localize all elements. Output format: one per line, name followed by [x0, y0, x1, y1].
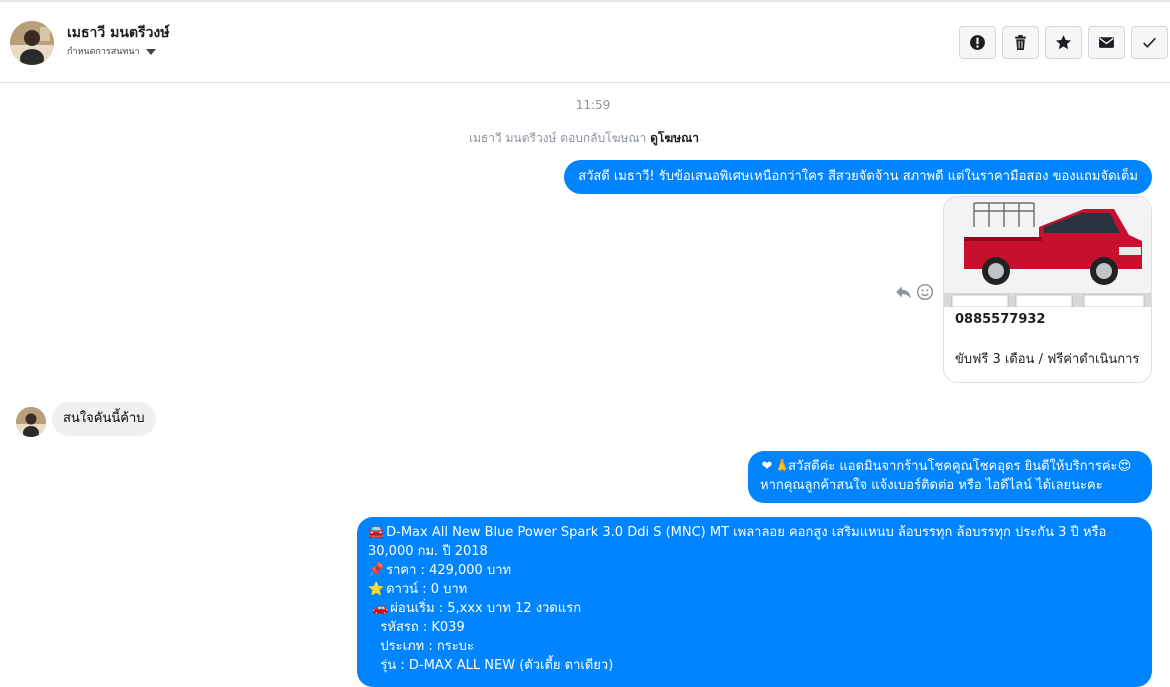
car-down-payment: ดาวน์ : 0 บาท — [386, 582, 468, 597]
card-description: ขับฟรี 3 เดือน / ฟรีค่าดำเนินการ — [955, 352, 1140, 367]
emoji-reaction-icon[interactable] — [916, 283, 934, 301]
contact-avatar[interactable] — [10, 21, 54, 65]
message-timestamp: 11:59 — [575, 98, 611, 112]
check-icon — [1143, 37, 1156, 48]
car-model: รุ่น : D-MAX ALL NEW (ตัวเตี้ย ตาเดียว) — [380, 658, 614, 673]
mark-unread-button[interactable] — [1088, 26, 1125, 59]
done-button[interactable] — [1131, 26, 1168, 59]
envelope-icon — [1099, 37, 1114, 48]
star-emoji-icon: ⭐ — [368, 582, 385, 597]
alert-icon — [970, 35, 985, 50]
trash-icon — [1015, 35, 1026, 50]
report-button[interactable] — [959, 26, 996, 59]
reply-icon[interactable] — [894, 283, 912, 301]
incoming-message[interactable]: สนใจคันนี้ค้าบ — [52, 402, 156, 436]
car-installment: ผ่อนเริ่ม : 5,xxx บาท 12 งวดแรก — [390, 601, 582, 616]
ad-reply-text: เมธาวี มนตรีวงษ์ ตอบกลับโฆษณา — [468, 131, 647, 145]
car-type: ประเภท : กระบะ — [380, 639, 474, 654]
delete-button[interactable] — [1002, 26, 1039, 59]
car-icon: 🚘 — [368, 525, 385, 540]
contact-avatar-small — [16, 407, 46, 437]
outgoing-message-car-details[interactable]: 🚘 D-Max All New Blue Power Spark 3.0 Ddi… — [357, 517, 1152, 687]
conversation-actions — [959, 26, 1168, 59]
car-title-line-2: 30,000 กม. ปี 2018 — [368, 544, 488, 559]
message-hover-actions — [894, 283, 934, 301]
conversation-settings-label: กำหนดการสนทนา — [67, 47, 140, 57]
heart-eyes-icon: 😍 — [1117, 459, 1132, 474]
car-photo — [944, 197, 1151, 307]
ad-card[interactable]: 0885577932 ขับฟรี 3 เดือน / ฟรีค่าดำเนิน… — [943, 196, 1152, 383]
card-phone: 0885577932 — [955, 312, 1046, 327]
conversation-settings-dropdown[interactable]: กำหนดการสนทนา — [67, 44, 156, 58]
car-code: รหัสรถ : K039 — [380, 620, 465, 635]
car-price: ราคา : 429,000 บาท — [386, 563, 512, 578]
star-icon — [1055, 35, 1072, 50]
outgoing-message-greeting[interactable]: ❤ 🙏สวัสดีค่ะ แอดมินจากร้านโชคคูณโชคอุดร ย… — [748, 451, 1152, 503]
heart-icon: ❤ — [761, 459, 773, 474]
contact-name[interactable]: เมธาวี มนตรีวงษ์ — [67, 22, 170, 44]
caret-down-icon — [145, 48, 156, 55]
pray-icon: 🙏 — [774, 459, 791, 474]
greeting-line-2: หากคุณลูกค้าสนใจ แจ้งเบอร์ติดต่อ หรือ ไอ… — [760, 478, 1103, 493]
greeting-line-1: สวัสดีค่ะ แอดมินจากร้านโชคคูณโชคอุดร ยิน… — [788, 459, 1118, 474]
view-ad-link[interactable]: ดูโฆษณา — [650, 131, 699, 145]
star-button[interactable] — [1045, 26, 1082, 59]
ad-reply-note: เมธาวี มนตรีวงษ์ ตอบกลับโฆษณา ดูโฆษณา — [0, 129, 1168, 148]
conversation-header: เมธาวี มนตรีวงษ์ กำหนดการสนทนา — [0, 2, 1170, 83]
outgoing-message[interactable]: สวัสดี เมธาวี! รับข้อเสนอพิเศษเหนือกว่าใ… — [564, 160, 1152, 194]
car-small-icon: 🚗 — [372, 601, 389, 616]
car-title-line-1: D-Max All New Blue Power Spark 3.0 Ddi S… — [386, 525, 1107, 540]
pin-icon: 📌 — [368, 563, 385, 578]
